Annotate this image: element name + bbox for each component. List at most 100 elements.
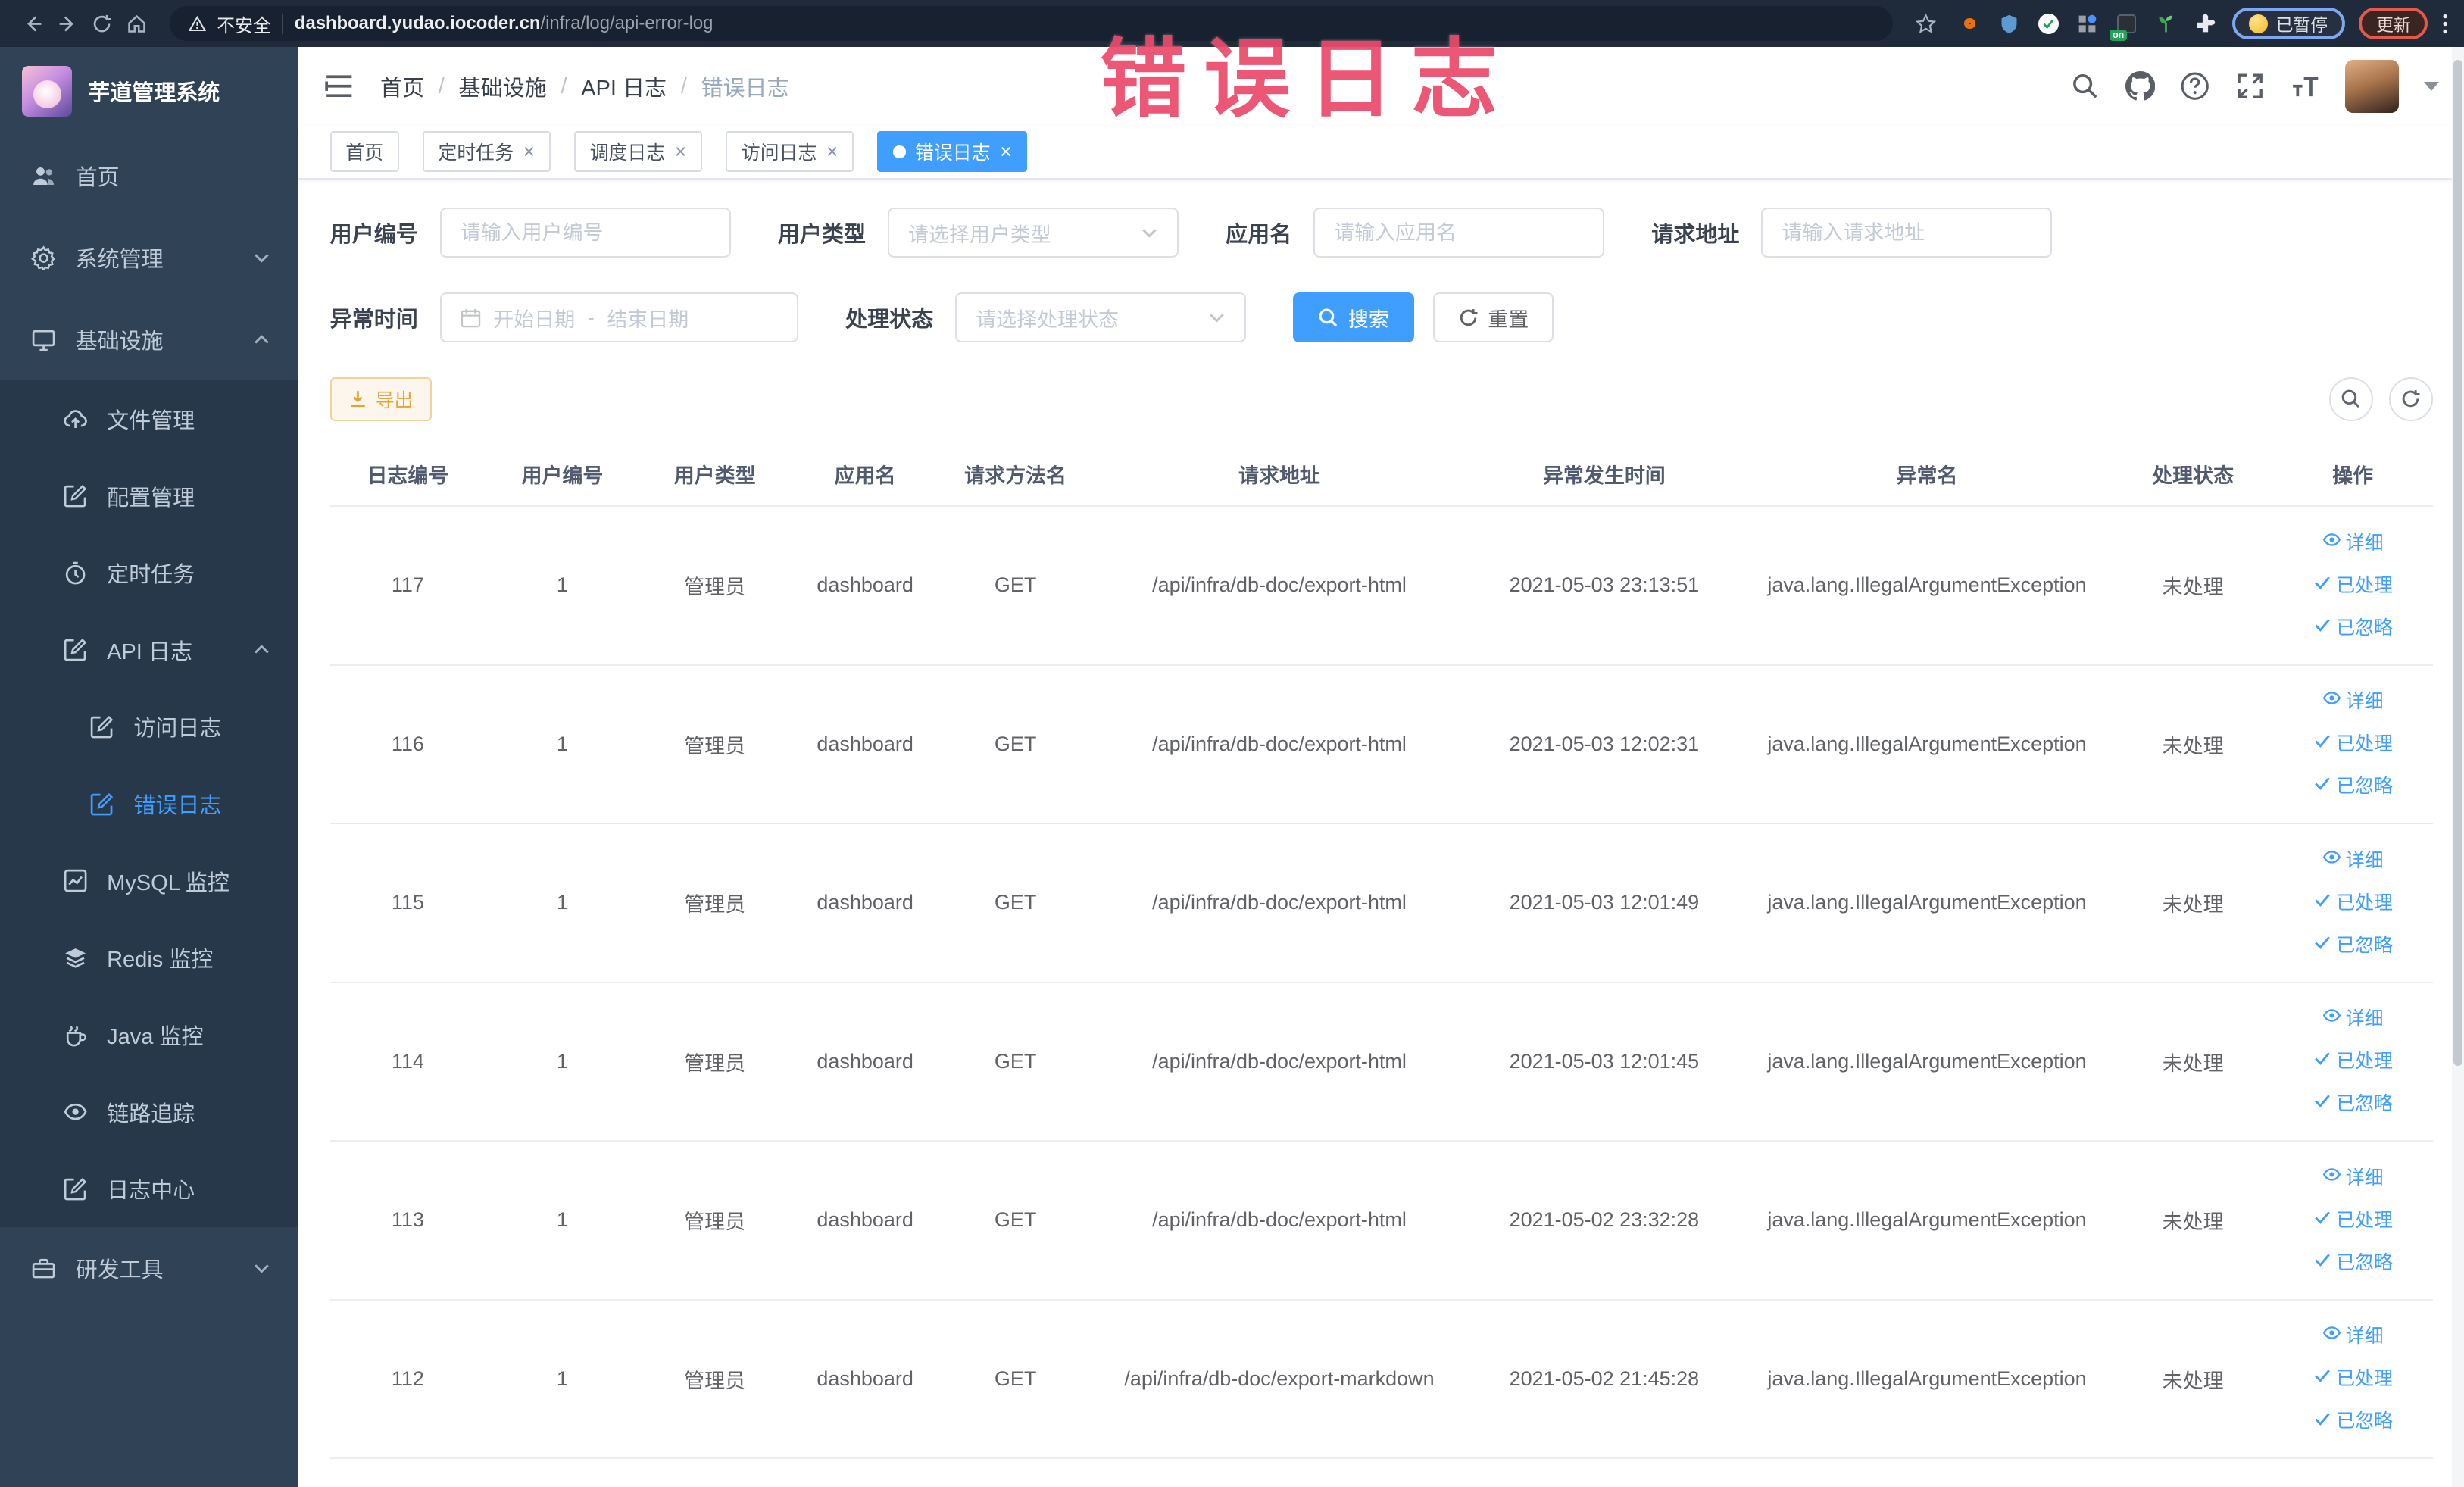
sidebar-item-3[interactable]: 文件管理 (0, 380, 299, 458)
sidebar-item-4[interactable]: 配置管理 (0, 457, 299, 535)
action-link-2[interactable]: 已忽略 (2279, 1082, 2426, 1125)
action-link-0[interactable]: 详细 (2279, 839, 2426, 882)
sidebar-item-7[interactable]: 访问日志 (0, 688, 299, 766)
fullscreen-icon[interactable] (2235, 71, 2265, 101)
column-header-3: 应用名 (790, 442, 940, 507)
refresh-table-button[interactable] (2388, 376, 2433, 421)
address-bar[interactable]: 不安全 dashboard.yudao.iocoder.cn/infra/log… (170, 6, 1893, 41)
tab-4[interactable]: 错误日志 × (877, 131, 1028, 173)
breadcrumb-item-0[interactable]: 首页 (380, 70, 424, 102)
tab-3[interactable]: 访问日志 × (726, 131, 854, 173)
breadcrumb-item-2[interactable]: API 日志 (581, 70, 667, 102)
font-size-icon[interactable] (2291, 71, 2320, 101)
extension-proxy-on-icon[interactable]: on (2109, 11, 2139, 41)
action-link-2[interactable]: 已忽略 (2279, 1400, 2426, 1442)
export-button-label: 导出 (375, 389, 414, 411)
sidebar-item-1[interactable]: 系统管理 (0, 217, 298, 298)
extension-sprout-icon[interactable] (2153, 11, 2178, 36)
user-type-select[interactable]: 请选择用户类型 (888, 207, 1179, 258)
close-tab-icon[interactable]: × (523, 141, 535, 162)
action-link-1[interactable]: 已处理 (2279, 564, 2426, 607)
action-link-1[interactable]: 已处理 (2279, 882, 2426, 924)
extension-paused-pill[interactable]: 已暂停 (2231, 8, 2345, 39)
action-link-0[interactable]: 详细 (2279, 1157, 2426, 1199)
search-button-label: 搜索 (1348, 308, 1389, 331)
action-link-1[interactable]: 已处理 (2279, 1357, 2426, 1400)
browser-menu-icon[interactable] (2442, 13, 2448, 35)
table-row: 116 1 管理员 dashboard GET/api/infra/db-doc/exp… (329, 664, 2433, 825)
browser-home-icon[interactable] (120, 8, 155, 39)
sidebar-item-9[interactable]: MySQL 监控 (0, 842, 299, 920)
check-icon (2313, 924, 2331, 967)
action-link-2[interactable]: 已忽略 (2279, 1242, 2426, 1284)
action-link-2[interactable]: 已忽略 (2279, 924, 2426, 967)
extension-orange-ring-icon[interactable] (1957, 11, 1982, 36)
date-range-picker[interactable]: 开始日期 - 结束日期 (439, 292, 798, 343)
action-link-0[interactable]: 详细 (2279, 680, 2426, 723)
sidebar-item-11[interactable]: Java 监控 (0, 996, 299, 1073)
tab-2[interactable]: 调度日志 × (574, 131, 703, 173)
cell-user_id: 1 (486, 982, 639, 1142)
action-link-0[interactable]: 详细 (2279, 1315, 2426, 1357)
sidebar-item-10[interactable]: Redis 监控 (0, 919, 299, 997)
tab-0[interactable]: 首页 (329, 131, 399, 173)
action-link-0[interactable]: 详细 (2279, 998, 2426, 1040)
table-body: 117 1 管理员 dashboard GET/api/infra/db-doc/exp… (329, 505, 2433, 1460)
user-avatar[interactable] (2345, 59, 2399, 114)
browser-reload-icon[interactable] (85, 8, 120, 39)
help-icon[interactable] (2180, 71, 2209, 101)
github-icon[interactable] (2125, 71, 2156, 101)
action-link-2[interactable]: 已忽略 (2279, 607, 2426, 649)
avatar-caret-down-icon[interactable] (2423, 82, 2439, 91)
sidebar-item-13[interactable]: 日志中心 (0, 1150, 299, 1228)
process-status-select[interactable]: 请选择处理状态 (955, 292, 1247, 343)
extension-grid-icon[interactable] (2075, 11, 2100, 36)
sidebar-item-6[interactable]: API 日志 (0, 611, 299, 689)
cell-actions: 详细 已处理已忽略 (2272, 505, 2433, 666)
extension-puzzle-icon[interactable] (2193, 11, 2218, 36)
chevron-down-icon (253, 1260, 270, 1277)
sidebar-item-5[interactable]: 定时任务 (0, 534, 299, 611)
tab-1[interactable]: 定时任务 × (422, 131, 551, 173)
action-link-2[interactable]: 已忽略 (2279, 765, 2426, 808)
action-label: 已忽略 (2336, 617, 2393, 639)
browser-forward-icon[interactable] (50, 8, 85, 39)
reset-button[interactable]: 重置 (1432, 292, 1554, 343)
action-link-1[interactable]: 已处理 (2279, 1199, 2426, 1242)
extension-green-check-icon[interactable] (2035, 11, 2060, 36)
user-id-input[interactable] (439, 207, 731, 258)
action-link-1[interactable]: 已处理 (2279, 1040, 2426, 1082)
sidebar-item-0[interactable]: 首页 (0, 135, 298, 217)
bookmark-star-icon[interactable] (1908, 8, 1943, 39)
breadcrumb-item-3[interactable]: 错误日志 (701, 70, 789, 102)
sidebar-item-12[interactable]: 链路追踪 (0, 1073, 299, 1151)
screen: 不安全 dashboard.yudao.iocoder.cn/infra/log… (0, 0, 2464, 1487)
page-content: 用户编号 用户类型 请选择用户类型 应用名 (298, 180, 2464, 1487)
toggle-search-button[interactable] (2328, 376, 2373, 421)
sidebar-item-2[interactable]: 基础设施 (0, 298, 298, 380)
sidebar-logo-row[interactable]: 芋道管理系统 (0, 47, 298, 135)
breadcrumb-item-1[interactable]: 基础设施 (459, 70, 547, 102)
close-tab-icon[interactable]: × (1000, 141, 1012, 162)
sidebar-item-8[interactable]: 错误日志 (0, 765, 299, 842)
chrome-update-button[interactable]: 更新 (2359, 8, 2428, 39)
close-tab-icon[interactable]: × (826, 141, 839, 162)
action-link-0[interactable]: 详细 (2279, 522, 2426, 564)
close-tab-icon[interactable]: × (675, 141, 687, 162)
scrollbar-thumb[interactable] (2453, 59, 2463, 1066)
calendar-icon (461, 308, 481, 328)
extension-blue-shield-icon[interactable] (1997, 11, 2022, 36)
column-header-9: 操作 (2272, 442, 2433, 507)
reset-button-label: 重置 (1488, 308, 1529, 331)
app-name-input[interactable] (1313, 207, 1605, 258)
request-url-input[interactable] (1761, 207, 2053, 258)
browser-back-icon[interactable] (16, 8, 51, 39)
export-button[interactable]: 导出 (329, 376, 433, 421)
sidebar-toggle-icon[interactable] (323, 70, 354, 102)
search-button[interactable]: 搜索 (1293, 292, 1414, 343)
log-icon (63, 637, 88, 662)
header-search-icon[interactable] (2070, 71, 2100, 101)
log-icon (89, 792, 114, 817)
action-link-1[interactable]: 已处理 (2279, 723, 2426, 765)
sidebar-item-14[interactable]: 研发工具 (0, 1227, 298, 1309)
